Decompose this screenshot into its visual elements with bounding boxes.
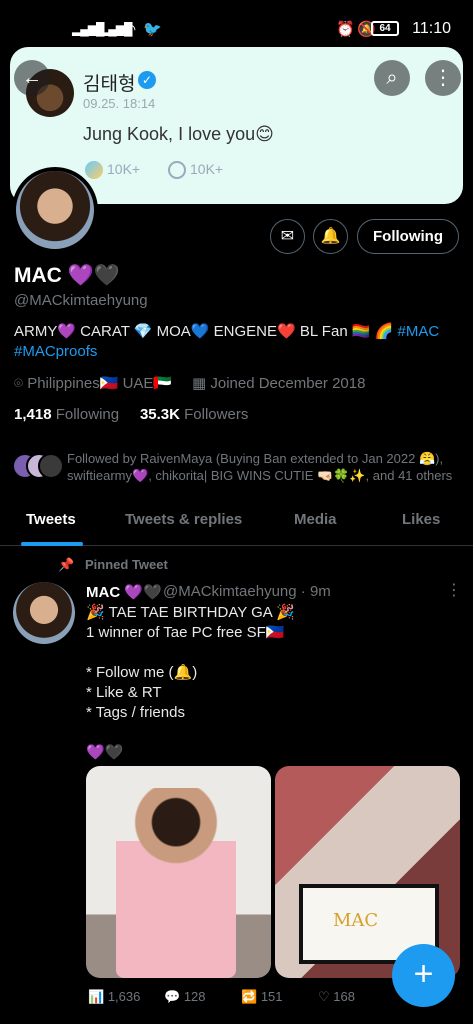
tweet-text: 🎉 TAE TAE BIRTHDAY GA 🎉 1 winner of Tae … (86, 604, 295, 761)
like-icon (85, 161, 103, 180)
tweet-media-1[interactable] (86, 766, 271, 978)
display-name: MAC 💜🖤 (14, 264, 120, 287)
heart-icon: ♡ (318, 989, 330, 1004)
status-bar: ▂▄▆█ ▂▄▆█ ◠ 🐦 ⏰ 🔕 64 11:10 (0, 0, 473, 47)
tweet-avatar[interactable] (13, 582, 75, 644)
compose-tweet-button[interactable]: + (392, 944, 455, 1007)
tab-tweets[interactable]: Tweets (26, 511, 76, 528)
following-button[interactable]: Following (357, 219, 459, 254)
profile-tabs: Tweets Tweets & replies Media Likes (0, 498, 473, 546)
followers-count-link[interactable]: 35.3K Followers (140, 406, 248, 423)
alarm-icon: ⏰ (336, 21, 355, 38)
banner-name: 김태형 (83, 74, 136, 95)
bio-link-mac[interactable]: #MAC (398, 323, 440, 340)
arrow-left-icon: ← (22, 67, 42, 89)
following-count-link[interactable]: 1,418 Following (14, 406, 119, 423)
twitter-notification-icon: 🐦 (143, 21, 162, 38)
views-action[interactable]: 📊 1,636 (88, 989, 140, 1005)
tab-media[interactable]: Media (294, 511, 337, 528)
tweet-more-icon[interactable]: ⋮ (446, 580, 462, 600)
wifi-icon: ◠ (123, 21, 137, 38)
more-button[interactable]: ⋮ (425, 60, 461, 96)
followed-by-avatars[interactable] (12, 453, 64, 479)
search-icon: ⌕ (386, 67, 398, 89)
comment-icon (168, 161, 186, 180)
notify-button[interactable]: 🔔 (313, 219, 348, 254)
follow-counts: 1,418 Following 35.3K Followers (14, 406, 248, 423)
banner-stat-comment: 10K+ (168, 161, 223, 180)
search-button[interactable]: ⌕ (374, 60, 410, 96)
signal-icon: ▂▄▆█ (72, 22, 104, 36)
followed-by-text[interactable]: Followed by RaivenMaya (Buying Ban exten… (67, 450, 462, 484)
tweet-handle-time: @MACkimtaehyung · 9m (163, 583, 331, 600)
like-action[interactable]: ♡ 168 (318, 989, 355, 1005)
polaroid-text: MAC (333, 910, 379, 931)
pin-icon: 📌 (58, 557, 75, 572)
banner-text: Jung Kook, I love you😊 (83, 124, 274, 144)
plus-icon: + (413, 955, 434, 993)
message-button[interactable]: ✉ (270, 219, 305, 254)
retweet-action[interactable]: 🔁 151 (241, 989, 283, 1005)
profile-avatar[interactable] (12, 167, 98, 253)
bio-text: ARMY💜 CARAT 💎 MOA💙 ENGENE❤️ BL Fan 🏳️‍🌈 … (14, 323, 394, 340)
banner-stat-like: 10K+ (85, 161, 140, 180)
bell-icon: 🔔 (320, 228, 341, 245)
more-vertical-icon: ⋮ (433, 67, 453, 89)
back-button[interactable]: ← (14, 60, 50, 96)
clock: 11:10 (412, 20, 451, 37)
user-handle: @MACkimtaehyung (14, 292, 148, 309)
banner-date: 09.25. 18:14 (83, 96, 156, 111)
bio-link-macproofs[interactable]: #MACproofs (14, 343, 97, 360)
active-tab-indicator (21, 542, 83, 546)
photo-person (116, 788, 236, 978)
pinned-label: Pinned Tweet (85, 557, 168, 572)
tab-likes[interactable]: Likes (402, 511, 440, 528)
retweet-icon: 🔁 (241, 989, 258, 1004)
join-date: ▦ Joined December 2018 (192, 375, 366, 392)
reply-icon: 💬 (164, 989, 181, 1004)
verified-icon: ✓ (138, 71, 156, 89)
bio: ARMY💜 CARAT 💎 MOA💙 ENGENE❤️ BL Fan 🏳️‍🌈 … (14, 322, 454, 362)
reply-action[interactable]: 💬 128 (164, 989, 206, 1005)
location: ⌾ Philippines🇵🇭 UAE🇦🇪 (14, 375, 173, 392)
analytics-icon: 📊 (88, 989, 105, 1004)
location-icon: ⌾ (14, 375, 24, 392)
battery-indicator: 64 (371, 21, 399, 36)
calendar-icon: ▦ (192, 375, 207, 392)
tab-tweets-replies[interactable]: Tweets & replies (125, 511, 242, 528)
tweet-author-name[interactable]: MAC 💜🖤 (86, 583, 162, 601)
envelope-icon: ✉ (280, 228, 295, 245)
